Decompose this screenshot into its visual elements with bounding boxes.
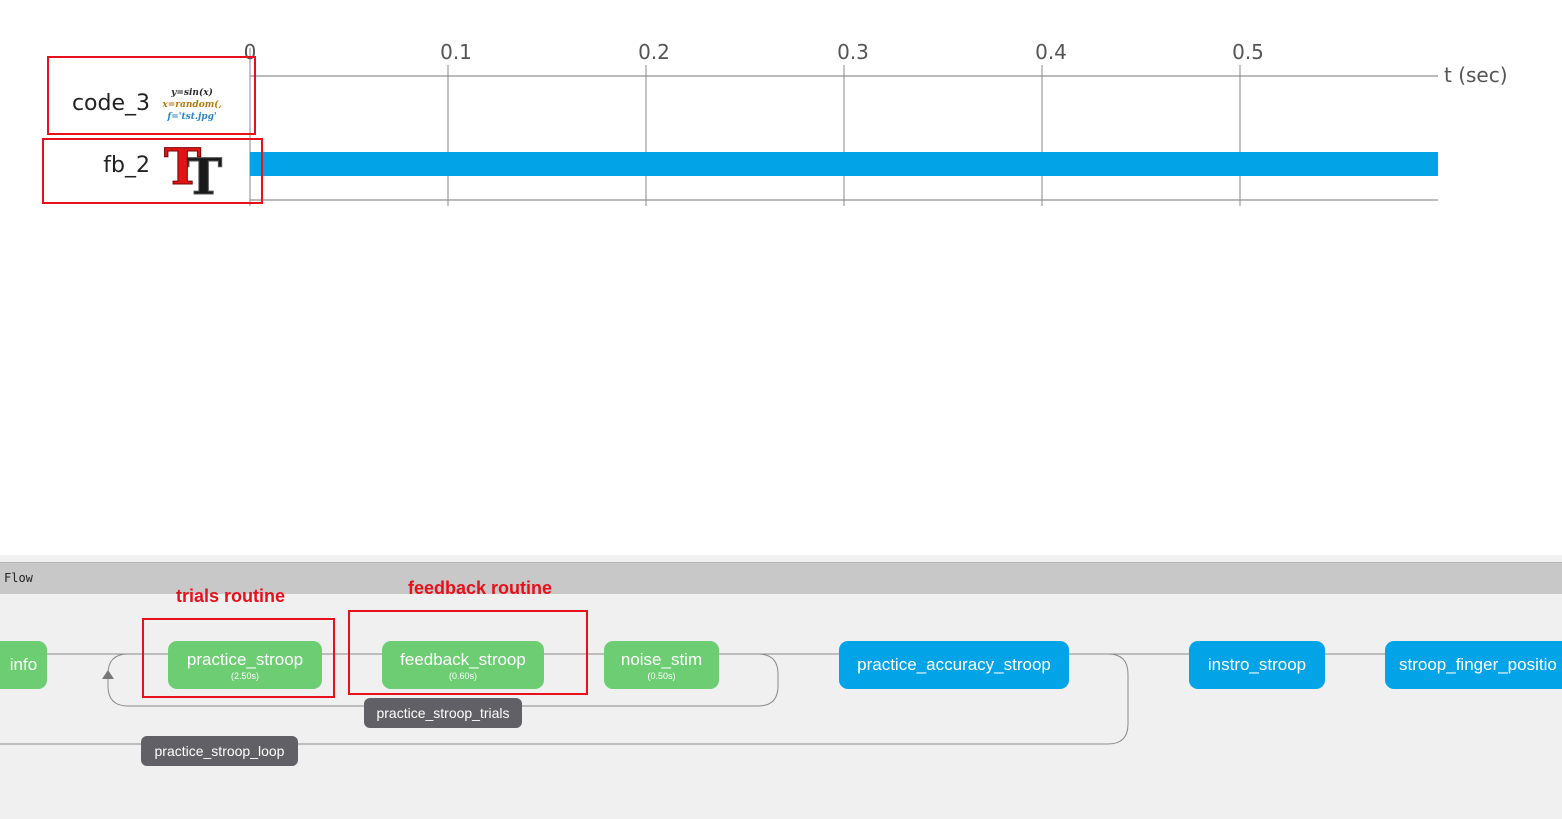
tick-label-0.3: 0.3 [837,40,869,64]
routine-noise-stim-duration: (0.50s) [647,670,676,681]
feedback-routine-highlight-box [348,610,588,695]
loop-label-practice-stroop-loop[interactable]: practice_stroop_loop [141,736,298,766]
tick-label-0.1: 0.1 [440,40,472,64]
routine-practice-accuracy-stroop[interactable]: practice_accuracy_stroop [839,641,1069,689]
tick-label-0.5: 0.5 [1232,40,1264,64]
fb-2-highlight-box [42,138,263,204]
routine-info-label: info [9,655,38,674]
loop-arrow-icon [102,670,114,679]
routine-timeline: 0 0.1 0.2 0.3 0.4 0.5 t (sec) code_3 y=s… [0,0,1562,555]
routine-instro-stroop[interactable]: instro_stroop [1189,641,1325,689]
timeline-gridlines [249,48,1241,206]
tick-label-0.2: 0.2 [638,40,670,64]
time-axis-unit-label: t (sec) [1444,63,1508,87]
routine-noise-stim-label: noise_stim [620,649,703,669]
code-3-highlight-box [47,56,256,135]
routine-info[interactable]: info [0,641,47,689]
routine-stroop-finger-position[interactable]: stroop_finger_positio [1385,641,1562,689]
routine-stroop-finger-position-label: stroop_finger_positio [1399,655,1557,674]
trials-routine-highlight-box [142,618,335,698]
routine-practice-accuracy-stroop-label: practice_accuracy_stroop [857,655,1051,674]
flow-panel: Flow info practice_stroop (2.50s) feedba… [0,555,1562,819]
annotation-trials-routine: trials routine [176,586,286,606]
tick-label-0.4: 0.4 [1035,40,1067,64]
routine-instro-stroop-label: instro_stroop [1207,655,1307,674]
annotation-feedback-routine: feedback routine [408,578,553,598]
routine-noise-stim[interactable]: noise_stim (0.50s) [604,641,719,689]
fb-2-duration-bar[interactable] [250,152,1438,176]
loop-label-practice-stroop-trials[interactable]: practice_stroop_trials [364,698,522,728]
